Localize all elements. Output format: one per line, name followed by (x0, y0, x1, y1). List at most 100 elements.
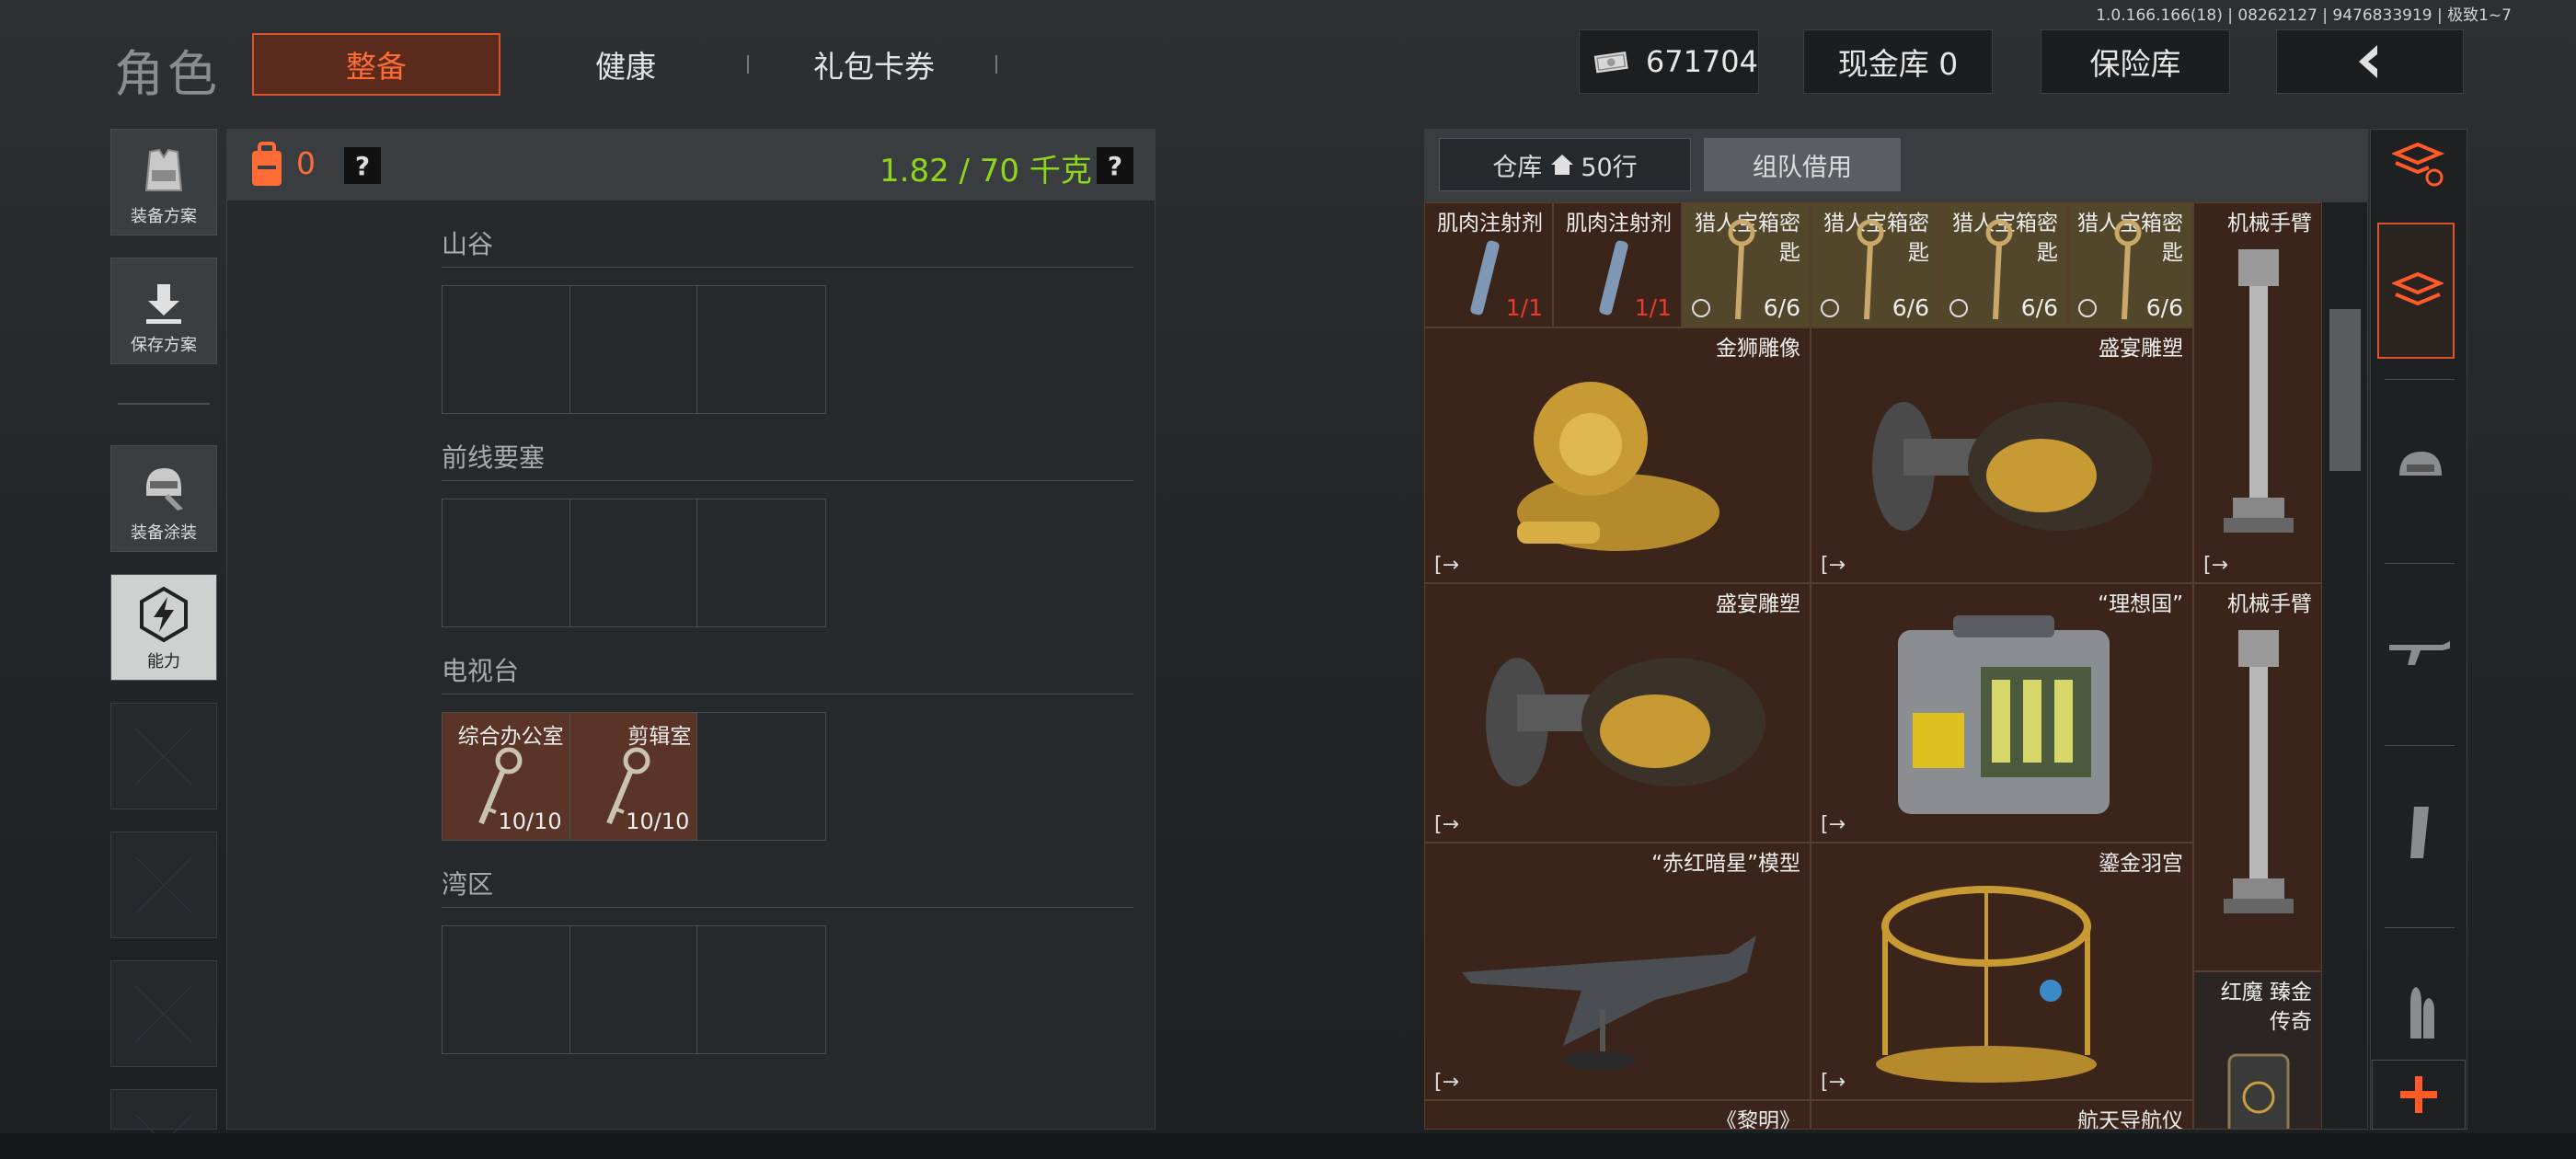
safe-button[interactable]: 保险库 (2041, 29, 2230, 94)
item-dawn[interactable]: 《黎明》 (1424, 1100, 1811, 1130)
timer-icon (1821, 299, 1839, 317)
key-count: 10/10 (498, 809, 562, 834)
item-count: 6/6 (1892, 294, 1929, 321)
section-title-tv: 电视台 (442, 656, 520, 686)
sculpture-icon (1486, 658, 1765, 786)
key-icon (1857, 219, 1884, 320)
robot-arm-icon (2224, 630, 2294, 913)
tab-team-borrow[interactable]: 组队借用 (1704, 138, 1901, 191)
birdcage-icon (1876, 886, 2097, 1083)
sidebar-item-paint[interactable]: 装备涂装 (110, 445, 217, 552)
home-icon (1551, 155, 1574, 175)
helmet-icon (2399, 452, 2442, 476)
item-count: 6/6 (2145, 294, 2183, 321)
filter-magazine[interactable] (2377, 791, 2462, 874)
extract-icon: [→ (1821, 813, 1846, 836)
key-slot[interactable] (697, 286, 825, 413)
key-slot[interactable] (697, 713, 825, 840)
cash-icon (1593, 52, 1628, 74)
case-icon (1898, 615, 2110, 814)
item-hunter-key[interactable]: 猎人宝箱密匙 6/6 (1682, 202, 1811, 327)
item-feast-sculpture[interactable]: 盛宴雕塑 [→ (1811, 327, 2193, 583)
tab-health[interactable]: 健康 (524, 33, 727, 96)
filter-weapon[interactable] (2377, 611, 2462, 694)
key-slot[interactable] (570, 286, 698, 413)
item-red-magic[interactable]: 红魔 臻金传奇 (2193, 971, 2322, 1130)
backpack-icon (252, 142, 282, 186)
key-icon (1728, 219, 1755, 320)
item-robot-arm[interactable]: 机械手臂 (2193, 583, 2322, 971)
key-slot[interactable] (443, 286, 570, 413)
sidebar-empty-slot (110, 1089, 217, 1130)
help-button[interactable]: ? (344, 147, 381, 184)
item-robot-arm[interactable]: 机械手臂 [→ (2193, 202, 2322, 583)
item-muscle-injector[interactable]: 肌肉注射剂 1/1 (1553, 202, 1682, 327)
layers-icon (2392, 271, 2444, 306)
key-slot[interactable] (697, 926, 825, 1053)
extract-icon: [→ (1434, 554, 1460, 577)
item-name: 《黎明》 (1716, 1109, 1800, 1130)
section-title-valley: 山谷 (442, 229, 494, 259)
version-label: 1.0.166.166(18) | 08262127 | 9476833919 … (2096, 6, 2512, 25)
key-slot[interactable] (443, 926, 570, 1053)
tab-gift[interactable]: 礼包卡券 (764, 33, 984, 96)
page-title: 角色 (114, 45, 221, 103)
filter-all[interactable] (2377, 223, 2455, 359)
item-count: 1/1 (1505, 294, 1543, 321)
sidebar-item-loadout-plan[interactable]: 装备方案 (110, 129, 217, 235)
lightning-icon (140, 586, 188, 643)
back-button[interactable] (2276, 29, 2464, 94)
tab-equip[interactable]: 整备 (252, 33, 500, 96)
item-utopia-case[interactable]: “理想国” [→ (1811, 583, 2193, 843)
extract-icon: [→ (1821, 1071, 1846, 1094)
item-count: 0 (296, 145, 316, 181)
key-slot[interactable] (443, 499, 570, 626)
key-slot[interactable] (570, 499, 698, 626)
filter-add-button[interactable] (2372, 1060, 2466, 1130)
sidebar-item-ability[interactable]: 能力 (110, 574, 217, 681)
scrollbar[interactable] (2329, 309, 2361, 471)
key-icon (1985, 219, 2013, 320)
item-jet-model[interactable]: “赤红暗星”模型 [→ (1424, 843, 1811, 1100)
item-gilded-cage[interactable]: 鎏金羽宫 [→ (1811, 843, 2193, 1100)
filter-ammo[interactable] (2377, 971, 2462, 1054)
item-feast-sculpture[interactable]: 盛宴雕塑 [→ (1424, 583, 1811, 843)
item-name: 红魔 臻金传奇 (2220, 981, 2312, 1034)
item-count: 1/1 (1634, 294, 1672, 321)
item-hunter-key[interactable]: 猎人宝箱密匙 6/6 (1939, 202, 2068, 327)
item-hunter-key[interactable]: 猎人宝箱密匙 6/6 (2068, 202, 2193, 327)
phone-icon (2227, 1053, 2290, 1129)
item-nav[interactable]: 航天导航仪 (1811, 1100, 2193, 1130)
filter-sort[interactable] (2377, 123, 2462, 206)
key-slot[interactable] (697, 499, 825, 626)
sidebar-item-save-plan[interactable]: 保存方案 (110, 258, 217, 364)
filter-divider (2385, 927, 2455, 928)
item-hunter-key[interactable]: 猎人宝箱密匙 6/6 (1811, 202, 1939, 327)
jet-model-icon (1462, 935, 1756, 1070)
key-slot-office[interactable]: 综合办公室 10/10 (443, 713, 570, 840)
filter-helmet[interactable] (2377, 427, 2462, 510)
tab-rows-label: 50行 (1581, 153, 1638, 182)
item-name: 盛宴雕塑 (2099, 337, 2183, 361)
item-gold-lion[interactable]: 金狮雕像 [→ (1424, 327, 1811, 583)
lion-statue-icon (1517, 382, 1719, 551)
tab-warehouse[interactable]: 仓库 50行 (1439, 138, 1691, 191)
money-display: 671704 (1579, 29, 1759, 94)
item-muscle-injector[interactable]: 肌肉注射剂 1/1 (1424, 202, 1553, 327)
weight-display: 1.82 / 70 千克 (880, 153, 1092, 189)
vest-icon (144, 148, 183, 191)
key-slot[interactable] (570, 926, 698, 1053)
sidebar-empty-slot (110, 703, 217, 809)
slot-grid-valley (442, 285, 826, 414)
helmet-paint-icon (146, 468, 183, 511)
key-label: 综合办公室 (457, 725, 564, 749)
back-arrow-icon (2359, 45, 2377, 78)
key-slot-editing[interactable]: 剪辑室 10/10 (569, 713, 698, 840)
cash-vault-button[interactable]: 现金库 0 (1803, 29, 1993, 94)
timer-icon (2078, 299, 2097, 317)
timer-icon (1949, 299, 1968, 317)
sidebar-item-label: 装备涂装 (131, 523, 197, 543)
tab-separator (995, 55, 997, 74)
weight-help-button[interactable]: ? (1097, 147, 1133, 184)
section-title-bay: 湾区 (442, 869, 494, 900)
